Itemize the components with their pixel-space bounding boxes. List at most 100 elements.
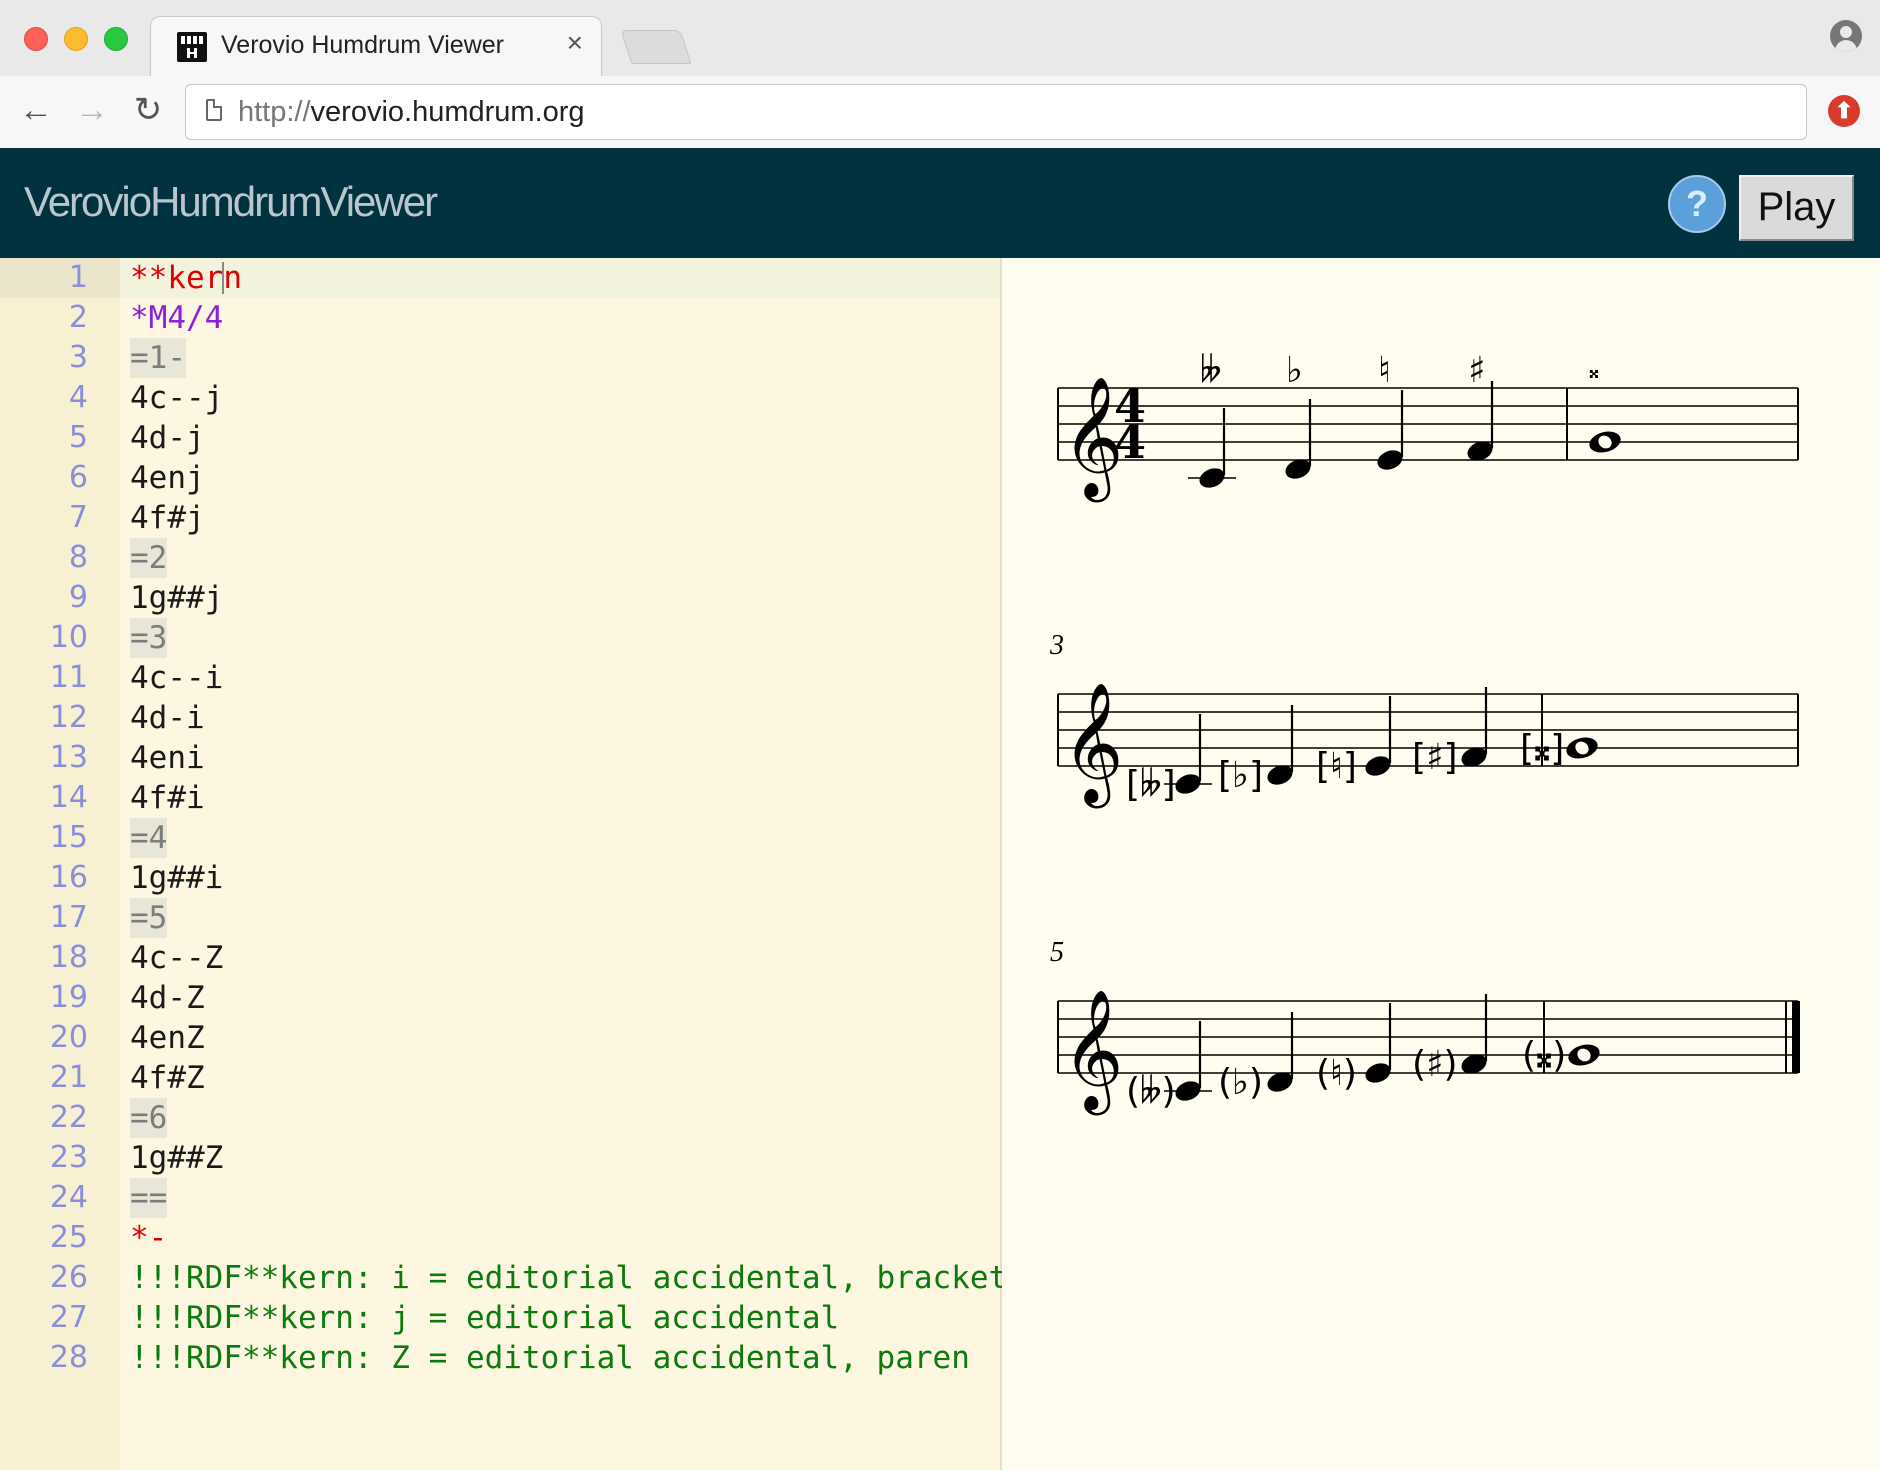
app-title: VerovioHumdrumViewer: [24, 178, 438, 225]
editor-line[interactable]: 28 !!!RDF**kern: Z = editorial accidental…: [0, 1338, 1000, 1378]
editorial-accidental-bracket: [𝄫]: [1126, 764, 1176, 805]
score-svg: 𝄞44𝄫 ♭ ♮ ♯ 𝄪𝄞3[𝄫] [♭] [♮] [♯] [𝄪]𝄞5(𝄫) (♭) (♮) (♯)(…: [1049, 350, 1800, 1115]
editor-line[interactable]: 12 4d-i: [0, 698, 1000, 738]
line-number: 5: [68, 420, 88, 455]
profile-icon[interactable]: [1830, 20, 1862, 52]
editor-line[interactable]: 15 =4: [0, 818, 1000, 858]
editor-line[interactable]: 2 *M4/4: [0, 298, 1000, 338]
editor-line[interactable]: 21 4f#Z: [0, 1058, 1000, 1098]
final-barline-thick: [1792, 1001, 1800, 1073]
time-signature-bottom: 4: [1114, 415, 1146, 469]
browser-tab-bar: Verovio Humdrum Viewer ×: [0, 0, 1880, 79]
editor-line[interactable]: 10 =3: [0, 618, 1000, 658]
line-number: 27: [49, 1300, 88, 1335]
humdrum-editor[interactable]: 1 **kern 2 *M4/4 3 =1- 4 4c--j 5 4d-j 6 4enj 7 4f#j 8 =…: [0, 258, 1007, 1470]
editor-line[interactable]: 25 *-: [0, 1218, 1000, 1258]
line-number: 4: [68, 380, 88, 415]
line-number: 16: [49, 860, 88, 895]
line-text: =5: [130, 898, 168, 938]
editorial-accidental-paren: (𝄫): [1126, 1071, 1176, 1112]
line-number: 17: [49, 900, 88, 935]
forward-arrow-icon[interactable]: →: [70, 88, 114, 132]
quarter-note-head: [1365, 1063, 1391, 1083]
line-number: 12: [49, 700, 88, 735]
editor-line[interactable]: 17 =5: [0, 898, 1000, 938]
reload-icon[interactable]: ↻: [126, 88, 170, 132]
editorial-accidental-bracket: [𝄪]: [1520, 728, 1564, 769]
editor-line[interactable]: 11 4c--i: [0, 658, 1000, 698]
line-text: 4f#i: [130, 780, 205, 816]
help-button[interactable]: ?: [1668, 175, 1726, 233]
line-number: 1: [68, 260, 88, 295]
line-number: 18: [49, 940, 88, 975]
window-zoom-button[interactable]: [104, 27, 128, 51]
editorial-accidental-above: 𝄫: [1200, 350, 1222, 391]
editor-line[interactable]: 14 4f#i: [0, 778, 1000, 818]
line-number: 28: [49, 1340, 88, 1375]
line-text: 1g##Z: [130, 1140, 224, 1176]
editor-line[interactable]: 20 4enZ: [0, 1018, 1000, 1058]
line-text: =6: [130, 1098, 168, 1138]
line-number: 15: [49, 820, 88, 855]
tab-close-icon[interactable]: ×: [567, 27, 583, 59]
editor-line[interactable]: 24 ==: [0, 1178, 1000, 1218]
line-text: 4eni: [130, 740, 205, 776]
line-text: 4c--i: [130, 660, 224, 696]
line-number: 6: [68, 460, 88, 495]
editor-line[interactable]: 8 =2: [0, 538, 1000, 578]
line-number: 24: [49, 1180, 88, 1215]
editor-line[interactable]: 22 =6: [0, 1098, 1000, 1138]
editor-line[interactable]: 6 4enj: [0, 458, 1000, 498]
line-text: 4f#Z: [130, 1060, 205, 1096]
editor-line[interactable]: 7 4f#j: [0, 498, 1000, 538]
line-number: 25: [49, 1220, 88, 1255]
line-text: **kern: [130, 260, 242, 296]
back-arrow-icon[interactable]: ←: [14, 88, 58, 132]
play-button[interactable]: Play: [1739, 175, 1854, 241]
line-text: 4enZ: [130, 1020, 205, 1056]
browser-tab[interactable]: Verovio Humdrum Viewer ×: [150, 16, 602, 79]
url-text[interactable]: http://verovio.humdrum.org: [238, 96, 585, 129]
editorial-accidental-above: ♮: [1378, 350, 1391, 391]
editorial-accidental-paren: (𝄪): [1522, 1035, 1566, 1076]
measure-number: 3: [1049, 630, 1064, 661]
editorial-accidental-bracket: [♭]: [1218, 755, 1263, 796]
new-tab-button[interactable]: [620, 30, 692, 64]
address-bar[interactable]: http://verovio.humdrum.org: [185, 84, 1807, 140]
page-info-icon[interactable]: [206, 99, 222, 121]
line-number: 11: [49, 660, 88, 695]
quarter-note-head: [1175, 1081, 1201, 1101]
editor-line[interactable]: 5 4d-j: [0, 418, 1000, 458]
editor-line[interactable]: 9 1g##j: [0, 578, 1000, 618]
line-text: 4d-i: [130, 700, 205, 736]
line-number: 7: [68, 500, 88, 535]
notation-panel[interactable]: 𝄞 4 4 𝄫 ♭ ♮ ♯ 𝄪 𝄞 3 [𝄫] [♭] [♮] [♯] [𝄪] 𝄞 5 (𝄫) (♭) (♮) (♯)(…: [1002, 258, 1880, 1470]
line-text: !!!RDF**kern: Z = editorial accidental, …: [130, 1340, 970, 1376]
line-text: =3: [130, 618, 168, 658]
editor-line[interactable]: 4 4c--j: [0, 378, 1000, 418]
browser-toolbar: ← → ↻ http://verovio.humdrum.org ⬆: [0, 76, 1880, 149]
treble-clef-icon: 𝄞: [1062, 988, 1123, 1115]
window-close-button[interactable]: [24, 27, 48, 51]
line-number: 21: [49, 1060, 88, 1095]
line-text: 4d-j: [130, 420, 205, 456]
editor-line[interactable]: 27 !!!RDF**kern: j = editorial accidental: [0, 1298, 1000, 1338]
editor-line[interactable]: 16 1g##i: [0, 858, 1000, 898]
editorial-accidental-paren: (♭): [1218, 1062, 1263, 1103]
quarter-note-head: [1175, 774, 1201, 794]
editor-line[interactable]: 26 !!!RDF**kern: i = editorial accidental…: [0, 1258, 1007, 1298]
editor-line[interactable]: 1 **kern: [0, 258, 1000, 298]
measure-number: 5: [1050, 937, 1064, 968]
line-number: 20: [49, 1020, 88, 1055]
editor-line[interactable]: 23 1g##Z: [0, 1138, 1000, 1178]
editorial-accidental-paren: (♮): [1316, 1053, 1357, 1094]
editor-line[interactable]: 3 =1-: [0, 338, 1000, 378]
line-text: 1g##i: [130, 860, 224, 896]
line-number: 10: [49, 620, 88, 655]
editor-line[interactable]: 19 4d-Z: [0, 978, 1000, 1018]
editor-line[interactable]: 13 4eni: [0, 738, 1000, 778]
window-minimize-button[interactable]: [64, 27, 88, 51]
editor-line[interactable]: 18 4c--Z: [0, 938, 1000, 978]
extension-upload-icon[interactable]: ⬆: [1828, 95, 1860, 127]
line-text: *-: [130, 1220, 168, 1256]
